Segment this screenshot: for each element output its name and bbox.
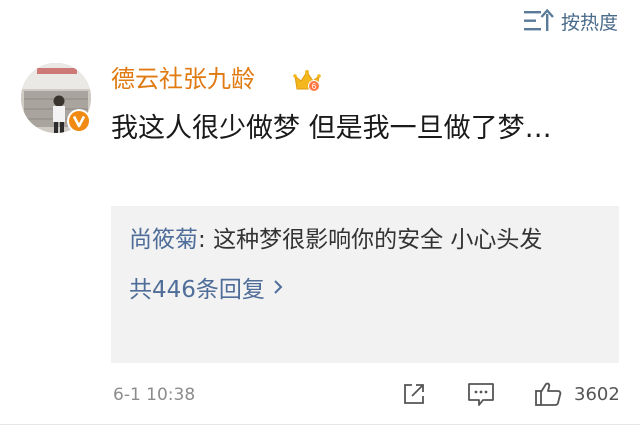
view-all-replies-link[interactable]: 共446条回复 — [129, 270, 601, 304]
crown-member-icon[interactable]: 6 — [293, 69, 321, 93]
like-count: 3602 — [574, 384, 620, 405]
reply-box[interactable]: 尚筱菊: 这种梦很影响你的安全 小心头发 共446条回复 — [111, 206, 619, 363]
sort-by-hot-button[interactable]: 按热度 — [523, 6, 618, 36]
comment-icon — [468, 383, 494, 406]
sort-label: 按热度 — [560, 11, 618, 34]
like-thumb-icon — [535, 382, 562, 406]
verified-v-icon — [66, 108, 92, 134]
comment-text: 我这人很少做梦 但是我一旦做了梦… — [111, 113, 552, 144]
sort-icon — [523, 8, 554, 31]
reply-text: 这种梦很影响你的安全 小心头发 — [213, 227, 543, 253]
share-button[interactable] — [400, 380, 428, 408]
reply-line: 尚筱菊: 这种梦很影响你的安全 小心头发 — [129, 222, 599, 258]
divider — [0, 424, 640, 425]
timestamp: 6-1 10:38 — [113, 385, 196, 405]
reply-separator: : — [198, 227, 214, 253]
like-button[interactable] — [533, 380, 563, 408]
reply-author[interactable]: 尚筱菊 — [129, 227, 198, 253]
share-icon — [404, 384, 424, 404]
svg-text:6: 6 — [312, 82, 317, 91]
username[interactable]: 德云社张九龄 — [111, 62, 255, 96]
view-all-replies-label: 共446条回复 — [129, 277, 265, 303]
comment-button[interactable] — [466, 380, 496, 408]
chevron-right-icon — [274, 280, 283, 294]
